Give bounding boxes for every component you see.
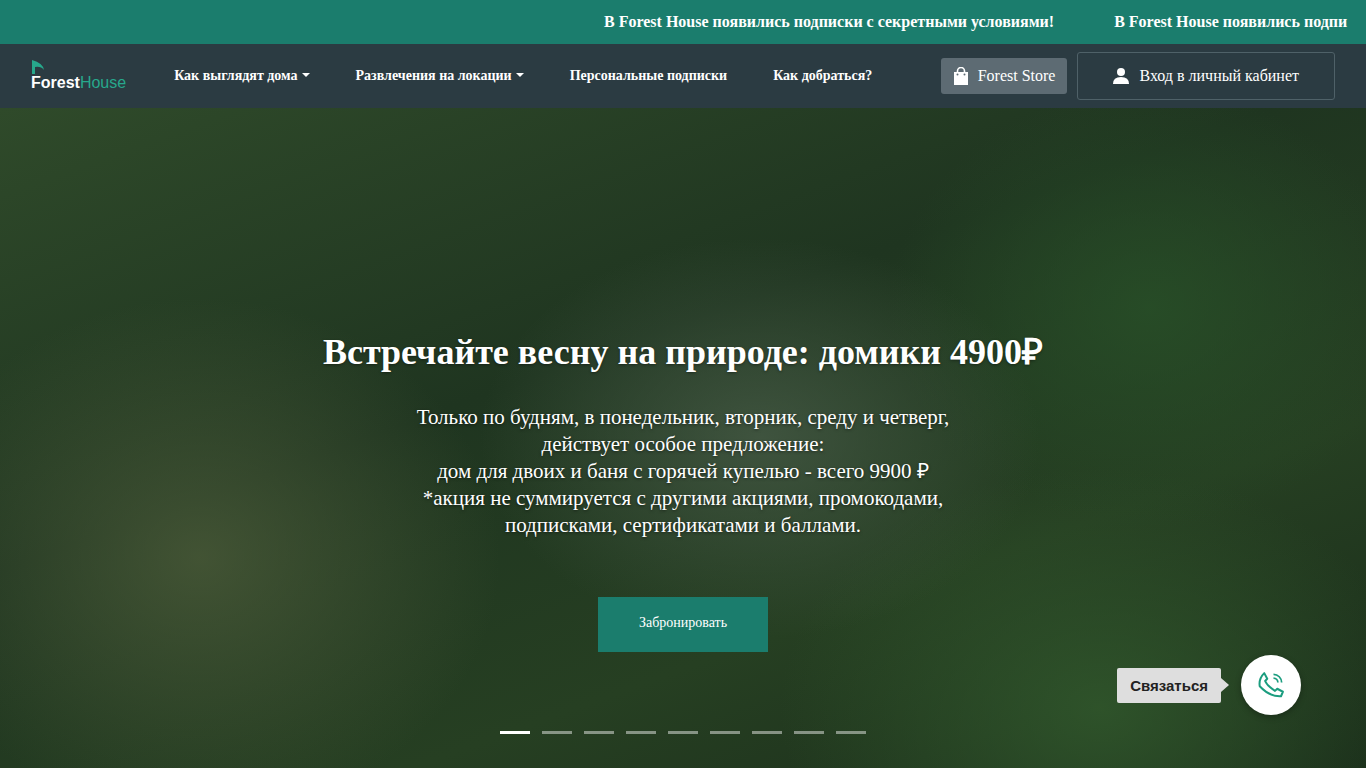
hero-line: действует особое предложение: — [417, 431, 950, 458]
carousel-indicator[interactable] — [626, 731, 656, 734]
hero-line: *акция не суммируется с другими акциями,… — [417, 485, 950, 512]
phone-icon — [1256, 670, 1286, 700]
nav-item[interactable]: Как добраться? — [750, 60, 895, 92]
announcement-text[interactable]: В Forest House появились подпи — [1114, 13, 1347, 31]
logo-second: House — [80, 74, 126, 92]
book-button[interactable]: Забронировать — [598, 597, 768, 652]
store-label: Forest Store — [978, 67, 1056, 85]
hero-line: подписками, сертификатами и баллами. — [417, 512, 950, 539]
carousel-indicator[interactable] — [500, 731, 530, 734]
hero-text: Только по будням, в понедельник, вторник… — [417, 404, 950, 539]
nav-item[interactable]: Как выглядят дома — [151, 60, 332, 92]
carousel-indicator[interactable] — [584, 731, 614, 734]
logo-first: Forest — [31, 74, 80, 92]
nav-item-label: Персональные подписки — [570, 68, 728, 84]
logo[interactable]: ForestHouse — [31, 74, 126, 92]
carousel-indicator[interactable] — [752, 731, 782, 734]
nav-item-label: Развлечения на локации — [356, 68, 512, 84]
contact-widget: Связаться — [1117, 655, 1301, 715]
caret-icon — [516, 73, 524, 77]
contact-label[interactable]: Связаться — [1117, 668, 1221, 703]
carousel-indicator[interactable] — [542, 731, 572, 734]
carousel-indicator[interactable] — [794, 731, 824, 734]
bag-icon — [953, 67, 969, 85]
carousel-indicator[interactable] — [710, 731, 740, 734]
contact-button[interactable] — [1241, 655, 1301, 715]
nav-menu: Как выглядят дома Развлечения на локации П… — [151, 60, 895, 92]
hero-line: дом для двоих и баня с горячей купелью -… — [417, 458, 950, 485]
hero-banner: Встречайте весну на природе: домики 4900… — [0, 108, 1366, 768]
person-icon — [1112, 67, 1130, 85]
carousel-indicators — [0, 731, 1366, 734]
carousel-indicator[interactable] — [836, 731, 866, 734]
login-label: Вход в личный кабинет — [1139, 67, 1299, 85]
nav-item-label: Как выглядят дома — [174, 68, 297, 84]
nav-item[interactable]: Персональные подписки — [547, 60, 751, 92]
announcement-bar: В Forest House появились подписки с секр… — [0, 0, 1366, 44]
store-button[interactable]: Forest Store — [941, 58, 1068, 94]
login-button[interactable]: Вход в личный кабинет — [1077, 52, 1335, 100]
nav-actions: Forest Store Вход в личный кабинет — [941, 52, 1335, 100]
navbar: ForestHouse Как выглядят дома Развлечения … — [0, 44, 1366, 108]
hero-title: Встречайте весну на природе: домики 4900… — [323, 330, 1043, 374]
nav-item[interactable]: Развлечения на локации — [333, 60, 547, 92]
caret-icon — [302, 73, 310, 77]
leaf-icon — [31, 60, 45, 74]
announcement-text[interactable]: В Forest House появились подписки с секр… — [604, 13, 1054, 31]
hero-line: Только по будням, в понедельник, вторник… — [417, 404, 950, 431]
nav-item-label: Как добраться? — [773, 68, 872, 84]
carousel-indicator[interactable] — [668, 731, 698, 734]
